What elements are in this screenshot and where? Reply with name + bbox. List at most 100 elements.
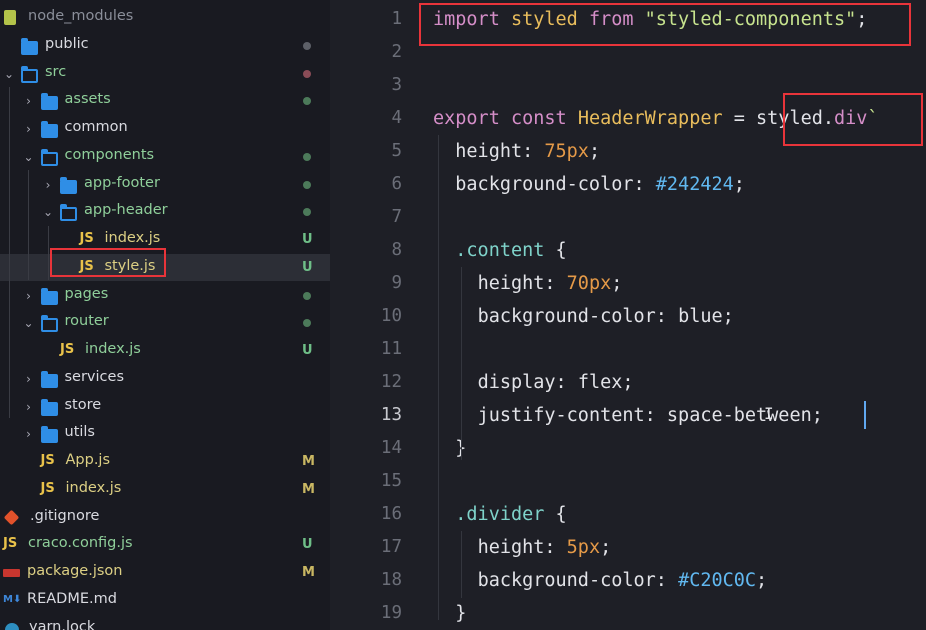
line-number: 18 [380,570,402,590]
folder-icon [21,37,38,55]
tree-item[interactable]: › assets [0,87,330,115]
code-line[interactable]: 8 .content { [330,234,926,267]
js-file-icon: JS [3,536,18,552]
code-token: ; [756,570,768,591]
git-status-dot [303,97,311,106]
tree-item[interactable]: yarn.lock [0,615,330,630]
line-number: 10 [380,306,402,326]
tree-item-label: assets [64,91,111,108]
chevron-right-icon[interactable]: › [24,94,34,108]
tree-item[interactable]: › app-footer [0,171,330,199]
code-text[interactable]: height: 75px; [433,135,600,168]
line-number: 14 [380,438,402,458]
tree-item[interactable]: ⌄ app-header [0,198,330,226]
chevron-right-icon[interactable]: › [43,178,53,192]
tree-item-label: index.js [85,341,141,357]
git-status-dot [303,69,311,78]
code-token: : [633,174,656,195]
text-cursor [864,401,866,429]
tree-item[interactable]: .gitignore [0,504,330,532]
chevron-right-icon[interactable]: › [24,400,34,414]
code-token: space-between [666,405,812,426]
line-number: 17 [380,537,402,557]
chevron-down-icon[interactable]: ⌄ [43,205,53,219]
code-line[interactable]: 11 [330,333,926,366]
code-text[interactable]: height: 5px; [433,531,612,564]
highlight-styled-div [783,93,923,146]
tree-item[interactable]: package.json M [0,559,330,587]
line-number: 5 [391,141,402,161]
chevron-down-icon[interactable]: ⌄ [24,316,34,330]
code-token: ; [733,174,745,195]
code-line[interactable]: 14 } [330,432,926,465]
tree-item[interactable]: JS index.js U [0,337,330,365]
code-line[interactable]: 13 justify-content: space-between; [330,399,926,432]
tree-item[interactable]: JS craco.config.js U [0,531,330,559]
tree-item-label: router [64,313,109,330]
code-line[interactable]: 12 display: flex; [330,366,926,399]
tree-item[interactable]: node_modules [0,4,330,32]
tree-item[interactable]: ⌄ src [0,60,330,88]
tree-item[interactable]: M⬇ README.md [0,587,330,615]
code-token: .divider [455,504,545,525]
git-status-dot [303,291,311,300]
chevron-down-icon[interactable]: ⌄ [24,150,34,164]
folder-icon [40,426,58,444]
code-token: : [644,405,667,426]
chevron-down-icon[interactable]: ⌄ [4,67,14,81]
code-text[interactable]: .content { [433,234,566,267]
tree-item-label: services [64,368,125,385]
code-text[interactable]: background-color: #242424; [433,168,745,201]
tree-item-label: store [64,396,102,413]
code-line[interactable]: 18 background-color: #C20C0C; [330,564,926,597]
git-status-badge: M [302,454,315,469]
code-text[interactable]: display: flex; [433,366,634,399]
tree-item[interactable]: › services [0,365,330,393]
code-token: height [477,537,545,558]
line-number: 4 [391,108,402,128]
folder-icon [40,370,58,388]
code-line[interactable]: 17 height: 5px; [330,531,926,564]
node-modules-folder-icon [4,10,16,25]
tree-item[interactable]: public [0,32,330,60]
chevron-right-icon[interactable]: › [24,372,34,386]
folder-icon [40,93,58,111]
chevron-right-icon[interactable]: › [24,427,34,441]
tree-item-label: craco.config.js [28,535,133,552]
git-status-dot [303,208,311,217]
tree-item[interactable]: › pages [0,282,330,310]
code-text[interactable]: background-color: #C20C0C; [433,564,768,597]
code-line[interactable]: 6 background-color: #242424; [330,168,926,201]
tree-item-label: common [64,119,128,135]
tree-item[interactable]: › common [0,115,330,143]
tree-item[interactable]: ⌄ router [0,309,330,337]
git-icon [3,509,20,525]
code-token: HeaderWrapper [577,108,723,129]
chevron-right-icon[interactable]: › [24,289,34,303]
code-line[interactable]: 7 [330,201,926,234]
tree-item[interactable]: JS App.js M [0,448,330,476]
indent-guide [461,531,462,598]
yarn-icon [5,622,19,630]
tree-indent-guide [28,170,29,280]
code-token: background-color [477,306,656,327]
folder-icon [40,398,58,416]
code-line[interactable]: 9 height: 70px; [330,267,926,300]
code-line[interactable]: 16 .divider { [330,498,926,531]
code-token: : [544,537,567,558]
code-line[interactable]: 19 } [330,597,926,630]
code-text[interactable]: .divider { [433,498,566,531]
chevron-right-icon[interactable]: › [24,122,34,136]
tree-item[interactable]: JS index.js M [0,476,330,504]
tree-item[interactable]: › store [0,393,330,421]
code-line[interactable]: 10 background-color: blue; [330,300,926,333]
tree-item[interactable]: › utils [0,420,330,448]
code-text[interactable]: background-color: blue; [433,300,734,333]
code-line[interactable]: 15 [330,465,926,498]
line-number: 13 [380,405,402,425]
code-token: ; [611,273,623,294]
tree-item[interactable]: ⌄ components [0,143,330,171]
